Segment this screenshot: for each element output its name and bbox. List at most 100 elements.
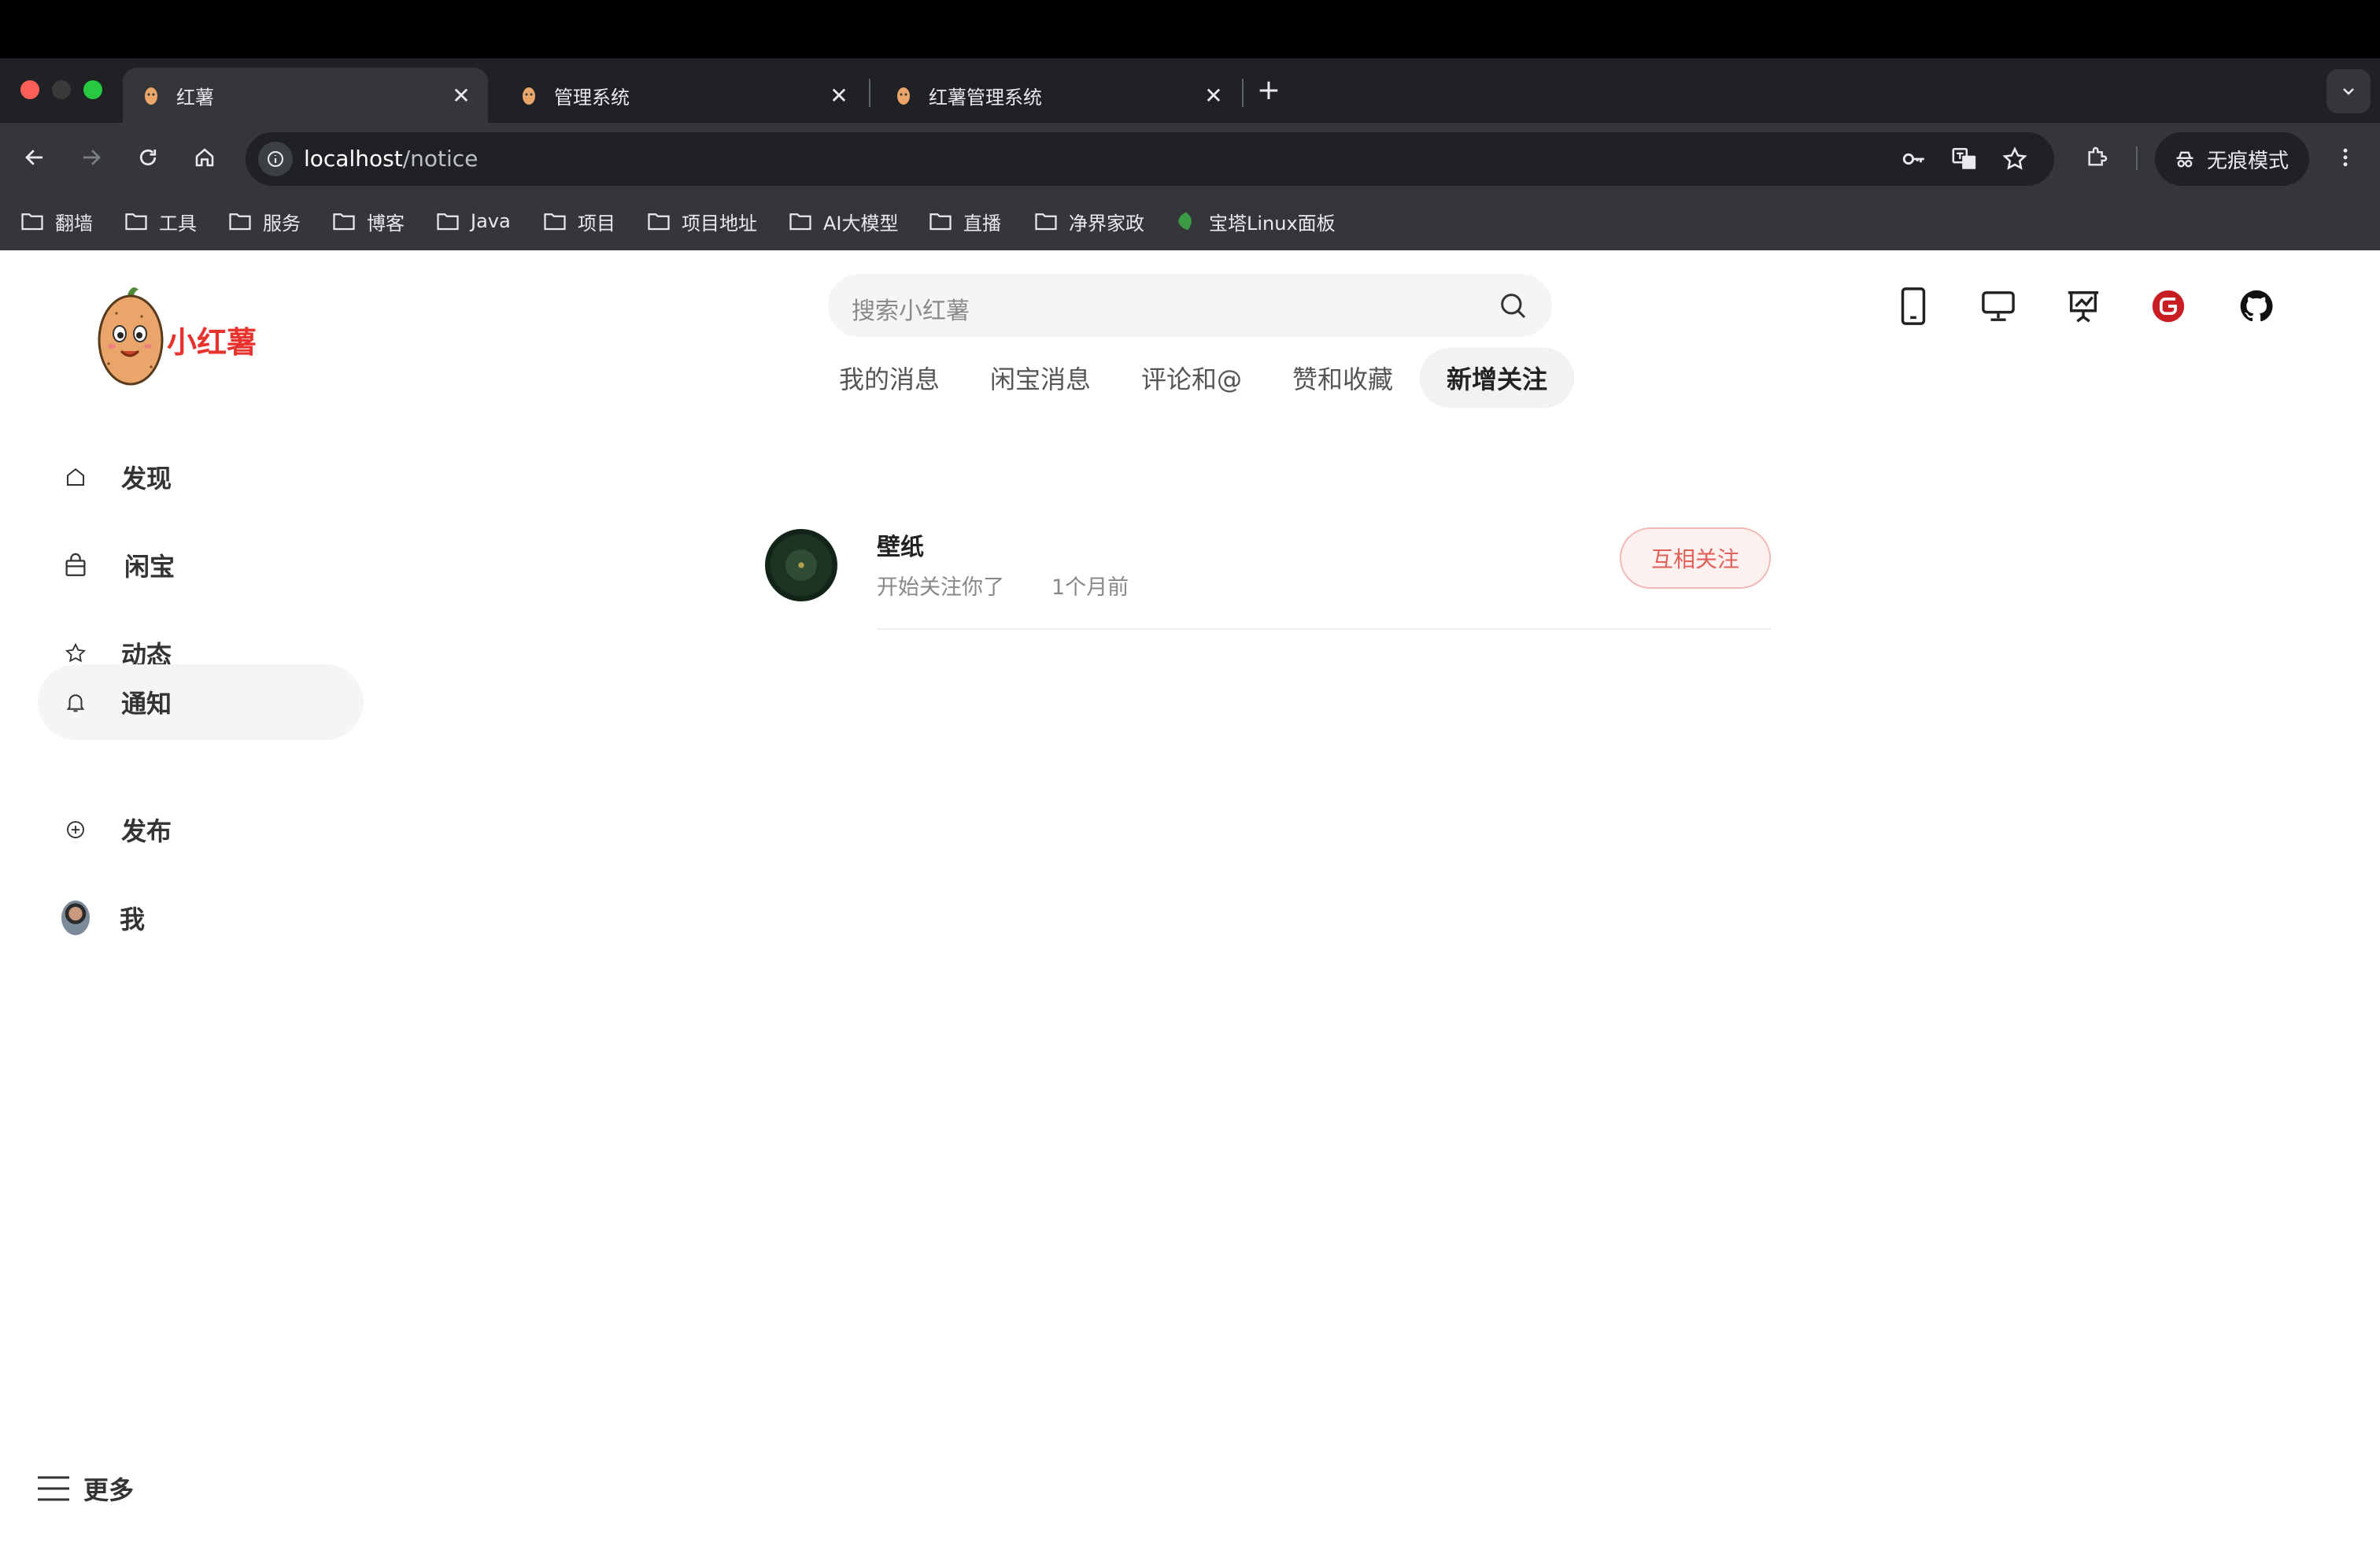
tab-title: 红薯: [176, 86, 214, 109]
bookmark-item[interactable]: 直播: [929, 208, 1001, 235]
sidebar-item-label: 闲宝: [124, 552, 176, 582]
sidebar-item-discover[interactable]: 发现: [38, 439, 364, 515]
tab-xianbao-messages[interactable]: 闲宝消息: [976, 348, 1105, 408]
sidebar-item-notifications[interactable]: 通知: [38, 664, 364, 740]
window-close-button[interactable]: [20, 80, 39, 99]
gitee-icon[interactable]: [2147, 285, 2190, 327]
forward-button[interactable]: [74, 140, 109, 175]
bookmark-item[interactable]: AI大模型: [789, 208, 899, 235]
more-menu-button[interactable]: 更多: [36, 1470, 134, 1507]
tab-close-icon[interactable]: ✕: [445, 80, 477, 111]
home-button[interactable]: [187, 140, 222, 175]
sidebar-item-label: 我: [120, 904, 146, 934]
star-icon: [61, 639, 90, 668]
arrow-right-icon: [83, 150, 101, 165]
tab-comments-mentions[interactable]: 评论和@: [1127, 348, 1256, 408]
bookmark-label: 宝塔Linux面板: [1209, 212, 1336, 235]
tab-my-messages[interactable]: 我的消息: [825, 348, 954, 408]
bookmark-item[interactable]: Java: [436, 208, 511, 235]
sidebar-item-label: 发现: [121, 464, 172, 494]
bookmark-item[interactable]: 净界家政: [1034, 208, 1144, 235]
avatar[interactable]: [765, 529, 837, 601]
bookmark-item[interactable]: 博客: [332, 208, 405, 235]
folder-icon: [229, 213, 251, 231]
follow-back-button[interactable]: 互相关注: [1620, 527, 1771, 589]
notice-user-name[interactable]: 壁纸: [877, 527, 924, 562]
sweet-potato-favicon-icon: [140, 84, 162, 106]
bookmark-item[interactable]: 工具: [124, 208, 197, 235]
screen-top-bar: [0, 0, 2380, 58]
notice-action-text: 开始关注你了: [877, 575, 1004, 600]
sidebar-item-xianbao[interactable]: 闲宝: [38, 527, 364, 603]
home-icon: [195, 148, 214, 167]
tab-likes-favorites[interactable]: 赞和收藏: [1278, 348, 1407, 408]
presentation-icon[interactable]: [2062, 285, 2105, 327]
chevron-down-icon: [2343, 88, 2354, 95]
plus-circle-icon: [61, 816, 90, 844]
bookmark-label: 项目地址: [682, 212, 757, 235]
bookmark-item[interactable]: 项目: [543, 208, 615, 235]
folder-icon: [125, 213, 147, 231]
translate-icon[interactable]: [1949, 143, 1980, 175]
browser-tab-hongshu-admin[interactable]: 红薯管理系统 ✕: [875, 68, 1240, 123]
new-tab-button[interactable]: +: [1251, 72, 1286, 107]
extensions-button[interactable]: [2079, 140, 2114, 175]
tablet-icon[interactable]: [1892, 285, 1935, 327]
site-info-icon[interactable]: [258, 142, 293, 176]
bookmark-item[interactable]: 服务: [228, 208, 301, 235]
github-icon[interactable]: [2235, 285, 2278, 327]
incognito-icon: [2176, 151, 2193, 168]
toolbar-divider: [2136, 146, 2138, 170]
tab-separator: [869, 79, 870, 107]
reload-button[interactable]: [131, 140, 165, 175]
sidebar-item-publish[interactable]: 发布: [38, 792, 364, 867]
url-host: localhost: [304, 146, 403, 172]
sidebar-item-label: 发布: [121, 816, 172, 846]
bell-icon: [61, 688, 90, 716]
bookmark-label: 博客: [367, 212, 405, 235]
sidebar-item-me[interactable]: 我: [38, 880, 364, 956]
sweet-potato-favicon-icon: [893, 84, 915, 106]
sidebar-item-label: 通知: [121, 689, 172, 719]
url-path: /notice: [402, 146, 479, 172]
bookmark-item[interactable]: 宝塔Linux面板: [1174, 208, 1336, 235]
folder-icon: [437, 213, 459, 231]
tab-new-followers[interactable]: 新增关注: [1420, 348, 1574, 408]
avatar: [61, 901, 90, 935]
search-input[interactable]: 搜索小红薯: [828, 274, 1552, 337]
logo-text[interactable]: 小红薯: [167, 318, 257, 361]
browser-tab-hongshu[interactable]: 红薯 ✕: [123, 68, 488, 123]
tab-search-button[interactable]: [2326, 69, 2371, 113]
bookmark-label: AI大模型: [823, 212, 899, 235]
tab-close-icon[interactable]: ✕: [823, 80, 855, 111]
address-bar[interactable]: localhost/notice: [246, 132, 2054, 186]
hamburger-menu-icon: [38, 1476, 69, 1501]
tab-separator: [1242, 79, 1244, 107]
window-minimize-button[interactable]: [52, 80, 71, 99]
reload-icon: [139, 149, 157, 166]
folder-icon: [333, 213, 355, 231]
back-button[interactable]: [17, 140, 52, 175]
list-item: 壁纸 开始关注你了 1个月前 互相关注: [765, 527, 1771, 630]
bookmark-item[interactable]: 项目地址: [647, 208, 757, 235]
browser-tab-admin[interactable]: 管理系统 ✕: [501, 68, 866, 123]
url-text[interactable]: localhost/notice: [304, 146, 478, 172]
password-key-icon[interactable]: [1898, 143, 1930, 175]
tab-close-icon[interactable]: ✕: [1198, 80, 1229, 111]
folder-icon: [1035, 213, 1057, 231]
window-zoom-button[interactable]: [83, 80, 102, 99]
incognito-indicator[interactable]: 无痕模式: [2155, 132, 2309, 186]
sweet-potato-mascot-icon: [98, 287, 164, 386]
bookmark-item[interactable]: 翻墙: [20, 208, 93, 235]
avatar-wrapper: [61, 901, 90, 935]
more-vertical-icon: [2343, 148, 2348, 167]
leaf-favicon-icon: [1178, 212, 1192, 231]
app-page: 小红薯 发现 闲宝 动态 通知 发布 我 更多 搜索小红薯 我的消息 闲宝消息 …: [0, 250, 2380, 1546]
monitor-icon[interactable]: [1977, 285, 2020, 327]
puzzle-icon: [2088, 146, 2108, 166]
sweet-potato-favicon-icon: [518, 84, 540, 106]
bookmark-star-icon[interactable]: [1999, 143, 2031, 175]
bookmark-label: 项目: [578, 212, 615, 235]
bookmark-label: Java: [471, 210, 511, 232]
browser-menu-button[interactable]: [2328, 140, 2363, 175]
